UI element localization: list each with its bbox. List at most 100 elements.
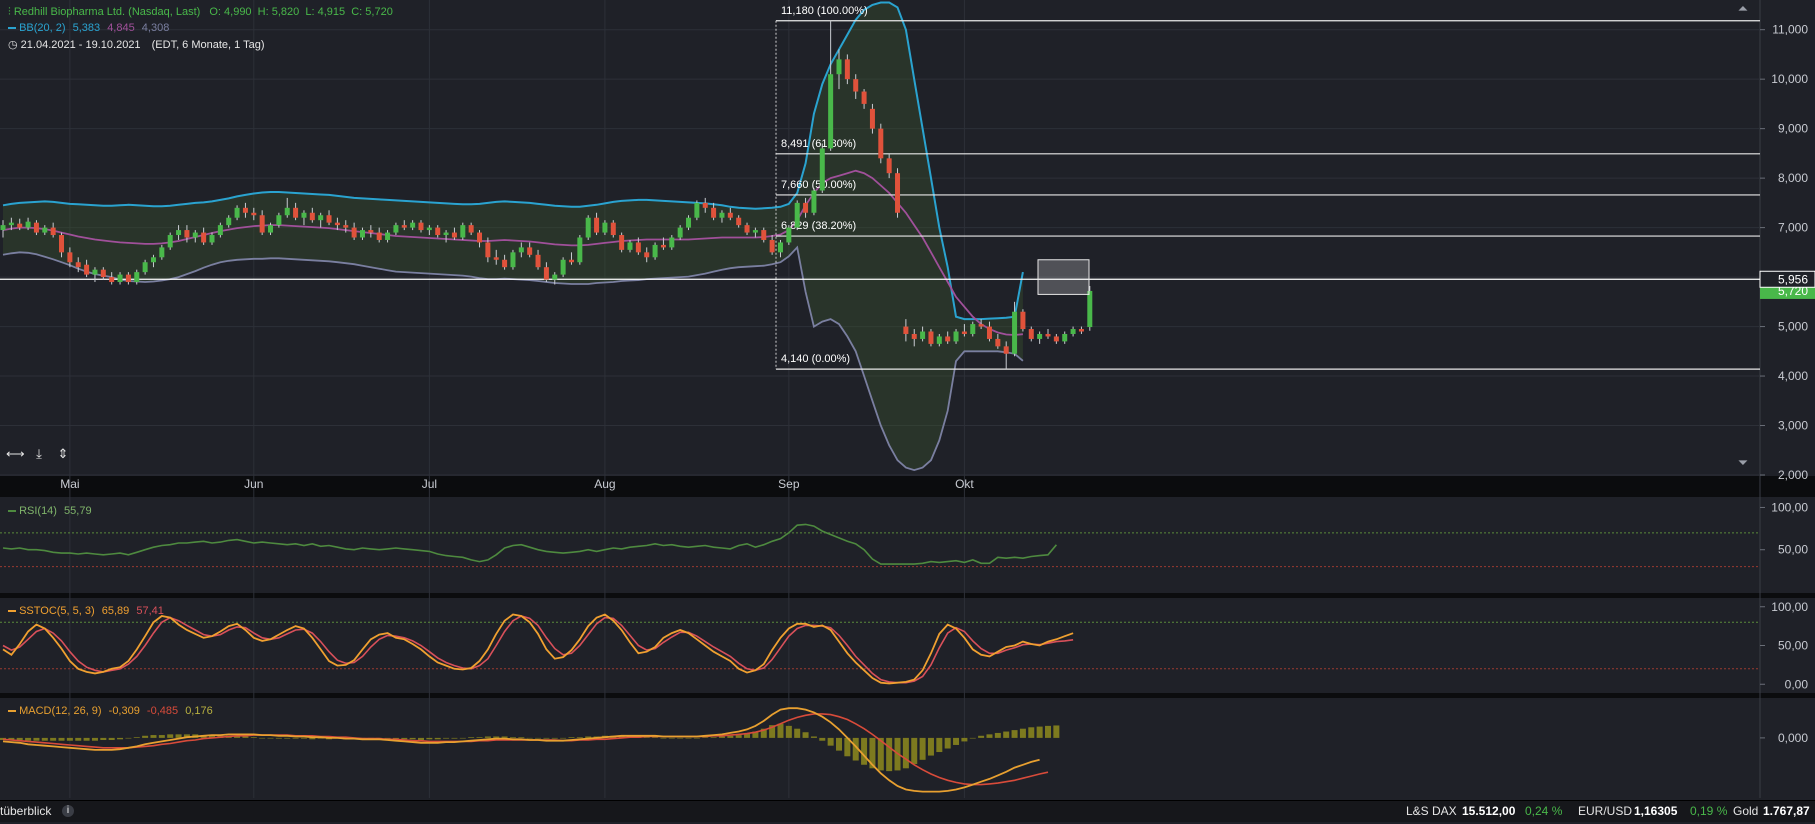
candle-body <box>602 222 608 233</box>
candle-body <box>936 336 942 344</box>
macd-signal-line <box>2 713 1049 786</box>
candle-body <box>510 252 516 268</box>
ticker-gold-name[interactable]: Gold <box>1733 804 1758 818</box>
macd-histogram-bar <box>685 737 692 739</box>
candle-body <box>485 242 491 258</box>
candle-body <box>184 230 190 238</box>
macd-hist-value: 0,176 <box>185 705 213 717</box>
bb-lower-value: 4,308 <box>141 22 170 34</box>
arrows-horizontal-icon[interactable]: ⟷ <box>6 445 25 463</box>
candle-body <box>769 239 775 253</box>
range-detail: (EDT, 6 Monate, 1 Tag) <box>151 39 265 51</box>
candle-body <box>652 244 658 258</box>
macd-histogram-bar <box>167 734 174 738</box>
y-tick-label: 5,000 <box>1778 320 1808 334</box>
scroll-up-icon[interactable]: ⏶ <box>1734 0 1752 18</box>
macd-histogram-bar <box>16 737 23 741</box>
candle-body <box>493 257 499 260</box>
candle-body <box>895 173 901 213</box>
y-tick-label: 2,000 <box>1778 468 1808 482</box>
candle-body <box>326 215 332 223</box>
candle-body <box>660 244 666 248</box>
ohlc-values: O: 4,990 H: 5,820 L: 4,915 C: 5,720 <box>209 6 393 18</box>
candle-body <box>786 227 792 243</box>
stoch-y-tick-label: 0,00 <box>1785 677 1809 691</box>
info-icon[interactable]: i <box>62 805 74 817</box>
candle-body <box>209 235 215 243</box>
bb-color-swatch <box>8 27 16 30</box>
macd-histogram-bar <box>919 737 926 760</box>
candle-body <box>59 235 65 253</box>
x-tick-label: Jun <box>244 477 263 491</box>
candle-body <box>543 267 549 280</box>
candle-body <box>744 225 750 233</box>
arrows-vertical-icon[interactable]: ⇕ <box>54 445 72 463</box>
macd-histogram-bar <box>1011 730 1018 738</box>
macd-histogram-bar <box>576 737 583 738</box>
ticker-dax-name[interactable]: L&S DAX <box>1406 804 1457 818</box>
macd-histogram-bar <box>300 737 307 739</box>
macd-histogram-bar <box>902 737 909 769</box>
candle-body <box>293 207 299 218</box>
candle-body <box>234 207 240 218</box>
fibonacci-level-label: 6,829 (38.20%) <box>781 220 856 232</box>
candle-body <box>75 262 81 268</box>
candle-body <box>343 225 349 228</box>
candle-body <box>376 232 382 240</box>
macd-histogram-bar <box>309 737 316 740</box>
y-tick-label: 11,000 <box>1772 23 1808 37</box>
y-tick-label: 3,000 <box>1778 419 1808 433</box>
horizontal-line-tag: 5,956 <box>1778 272 1808 286</box>
macd-histogram-bar <box>1003 731 1010 738</box>
candle-body <box>518 247 524 253</box>
candle-body <box>627 242 633 250</box>
ticker-eurusd-name[interactable]: EUR/USD <box>1578 804 1632 818</box>
x-tick-label: Jul <box>422 477 437 491</box>
candle-body <box>961 331 967 334</box>
instrument-name: Redhill Biopharma Ltd. (Nasdaq, Last) <box>13 6 201 18</box>
candle-body <box>920 331 926 339</box>
macd-histogram-bar <box>543 737 550 739</box>
stoch-label: SSTOC(5, 5, 3) <box>19 605 95 617</box>
macd-histogram-bar <box>443 737 450 739</box>
macd-histogram-bar <box>785 725 792 738</box>
candle-body <box>150 257 156 263</box>
candle-body <box>1028 329 1034 339</box>
bb-label: BB(20, 2) <box>19 22 66 34</box>
candle-body <box>242 207 248 213</box>
candle-body <box>268 225 274 233</box>
candle-body <box>560 259 566 275</box>
candle-body <box>309 212 315 221</box>
candle-body <box>84 264 90 275</box>
candle-body <box>869 108 875 129</box>
candle-body <box>67 252 73 263</box>
macd-histogram-bar <box>978 735 985 738</box>
macd-histogram-bar <box>986 734 993 738</box>
candle-body <box>301 212 307 218</box>
macd-histogram-bar <box>259 737 266 739</box>
macd-histogram-bar <box>660 737 667 739</box>
arrow-down-icon[interactable]: ⤓ <box>30 445 48 463</box>
macd-histogram-bar <box>150 735 157 738</box>
macd-histogram-bar <box>434 737 441 740</box>
candle-body <box>276 215 282 226</box>
candle-body <box>702 202 708 208</box>
macd-histogram-bar <box>802 732 809 738</box>
macd-histogram-bar <box>267 737 274 739</box>
candle-body <box>694 202 700 218</box>
candle-body <box>677 227 683 238</box>
macd-histogram-bar <box>509 737 516 738</box>
overview-label[interactable]: tüberblick <box>0 804 51 818</box>
stoch-color-swatch <box>8 610 16 613</box>
macd-histogram-bar <box>911 737 918 765</box>
scroll-down-icon[interactable]: ⏷ <box>1734 454 1752 472</box>
x-tick-label: Okt <box>955 477 974 491</box>
candle-body <box>477 232 483 243</box>
candle-body <box>1087 290 1093 328</box>
macd-histogram-bar <box>275 737 282 739</box>
candle-body <box>426 227 432 231</box>
candle-body <box>727 212 733 218</box>
macd-histogram-bar <box>961 737 968 742</box>
candle-body <box>1003 346 1009 354</box>
macd-signal-value: -0,485 <box>146 705 179 717</box>
